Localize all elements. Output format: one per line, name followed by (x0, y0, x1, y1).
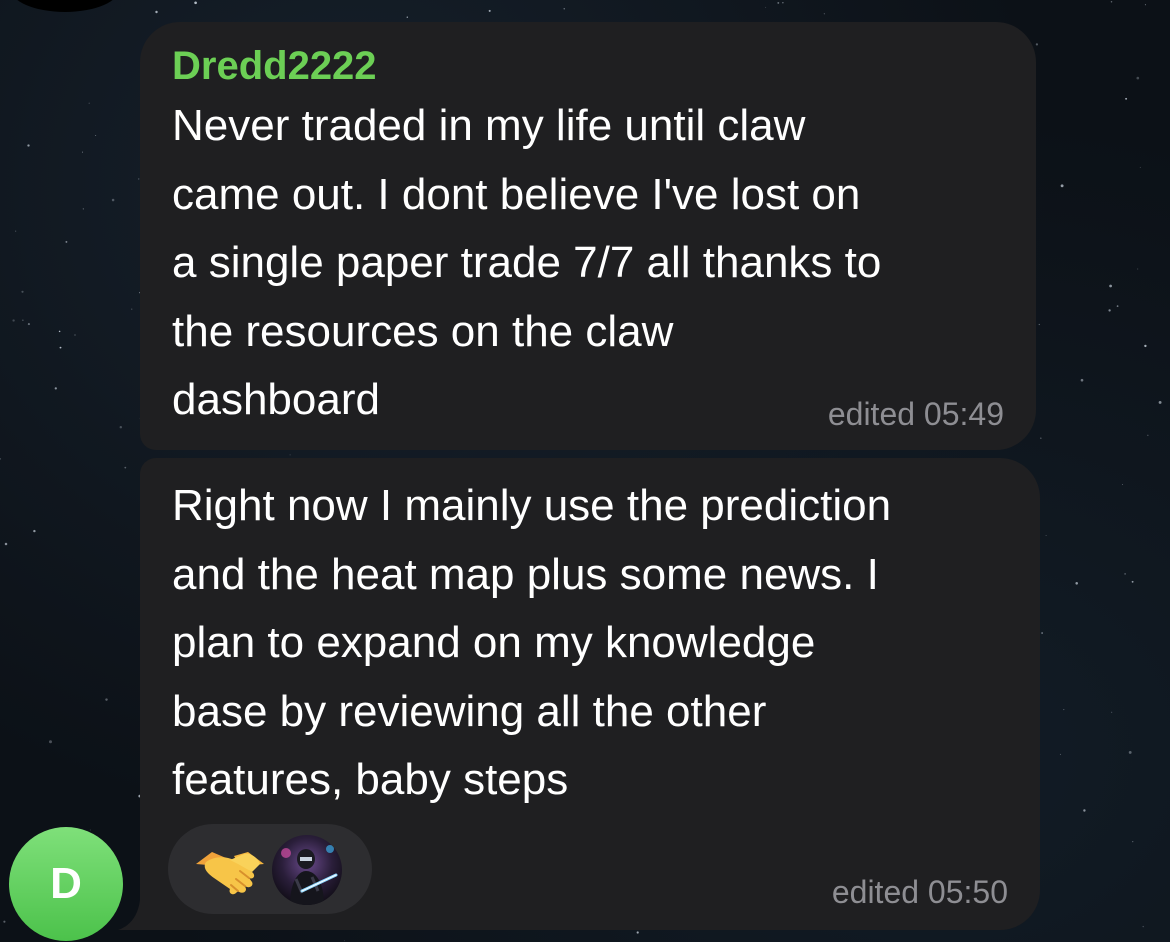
star (1111, 711, 1113, 713)
reaction-pill[interactable] (168, 824, 372, 914)
message-line: base by reviewing all the other (172, 686, 767, 736)
star (88, 102, 90, 104)
star (1144, 344, 1147, 348)
star (289, 454, 291, 456)
star (1116, 305, 1119, 307)
star (3, 920, 6, 923)
star (1110, 0, 1113, 3)
star (131, 308, 133, 310)
star (194, 1, 197, 5)
bubble-tail (118, 900, 158, 930)
star (58, 330, 61, 333)
star (1128, 750, 1132, 754)
star (1083, 809, 1086, 812)
star (33, 529, 36, 533)
star (59, 346, 62, 349)
star (636, 931, 639, 934)
star (1063, 709, 1065, 711)
sender-name[interactable]: Dredd2222 (172, 42, 377, 90)
edited-timestamp: edited 05:50 (831, 874, 1008, 910)
star (155, 10, 158, 14)
star (27, 144, 30, 147)
message-line: Never traded in my life until claw (172, 101, 806, 150)
star (105, 698, 108, 701)
star (1144, 4, 1146, 6)
star (65, 240, 68, 243)
star (823, 13, 825, 15)
message-bubble[interactable]: Dredd2222 Never traded in my life until … (140, 22, 1036, 450)
handshake-icon (196, 852, 264, 895)
star (95, 134, 97, 137)
star (124, 466, 127, 469)
message-line: and the heat map plus some news. I (172, 549, 879, 599)
message-line: Right now I mainly use the prediction (172, 481, 892, 530)
star (1122, 484, 1124, 486)
star (1041, 632, 1043, 634)
star (4, 542, 8, 546)
message-line: came out. I dont believe I've lost on (172, 169, 861, 219)
star (1132, 840, 1134, 843)
star (1040, 437, 1042, 440)
star (0, 458, 2, 460)
edited-timestamp: edited 05:49 (827, 396, 1004, 432)
message-text: Right now I mainly use the prediction an… (172, 472, 1022, 815)
star (22, 319, 24, 321)
star (82, 208, 84, 210)
star (49, 740, 52, 744)
message-line: features, baby steps (172, 755, 569, 804)
reactor-avatar[interactable] (272, 835, 342, 905)
star (782, 2, 784, 4)
star (1109, 284, 1112, 288)
star (1147, 434, 1149, 436)
star (12, 319, 15, 322)
sender-avatar[interactable]: D (9, 827, 123, 941)
message-line: plan to expand on my knowledge (172, 618, 816, 667)
star (1038, 323, 1040, 326)
star (15, 230, 17, 232)
star (1136, 76, 1140, 80)
message-text: Never traded in my life until claw came … (172, 92, 1022, 435)
star (765, 6, 767, 8)
star (1108, 309, 1111, 312)
star (1142, 925, 1144, 928)
star (1137, 268, 1139, 270)
star (82, 151, 83, 153)
message-line: the resources on the claw (172, 306, 674, 356)
star (74, 334, 76, 336)
star (1124, 573, 1126, 575)
star (21, 290, 24, 293)
star (119, 425, 123, 429)
message-line: a single paper trade 7/7 all thanks to (172, 238, 882, 287)
star (1131, 580, 1134, 583)
star (406, 16, 408, 18)
star (89, 829, 91, 831)
star (563, 8, 565, 10)
star (54, 387, 57, 390)
message-bubble[interactable]: Right now I mainly use the prediction an… (140, 458, 1040, 930)
star (1059, 753, 1061, 755)
star (344, 940, 345, 942)
star (488, 9, 491, 12)
star (1060, 184, 1064, 188)
star (1158, 400, 1162, 404)
star (1075, 582, 1078, 585)
star (777, 1, 780, 4)
star (1035, 43, 1039, 46)
star (1080, 378, 1084, 382)
star (1125, 97, 1128, 100)
star (1045, 535, 1047, 536)
star (27, 323, 30, 326)
star (111, 198, 115, 202)
star (1139, 166, 1141, 168)
